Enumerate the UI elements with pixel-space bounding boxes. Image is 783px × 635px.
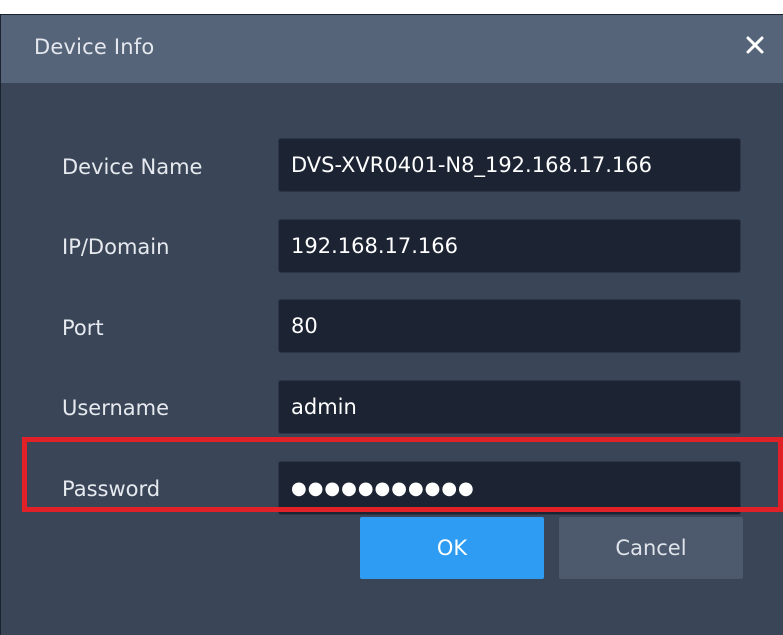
dialog-title: Device Info bbox=[34, 35, 155, 59]
password-field[interactable] bbox=[278, 461, 741, 515]
cancel-button[interactable]: Cancel bbox=[559, 517, 743, 579]
title-bar: Device Info bbox=[1, 15, 783, 83]
password-label: Password bbox=[62, 477, 161, 501]
device-name-field[interactable] bbox=[278, 138, 741, 192]
device-name-label: Device Name bbox=[62, 155, 203, 179]
username-label: Username bbox=[62, 396, 170, 420]
ip-domain-label: IP/Domain bbox=[62, 235, 170, 259]
port-field[interactable] bbox=[278, 299, 741, 353]
port-label: Port bbox=[62, 316, 104, 340]
ip-domain-field[interactable] bbox=[278, 219, 741, 273]
username-field[interactable] bbox=[278, 380, 741, 434]
ok-button[interactable]: OK bbox=[360, 517, 544, 579]
close-icon[interactable] bbox=[739, 29, 771, 61]
